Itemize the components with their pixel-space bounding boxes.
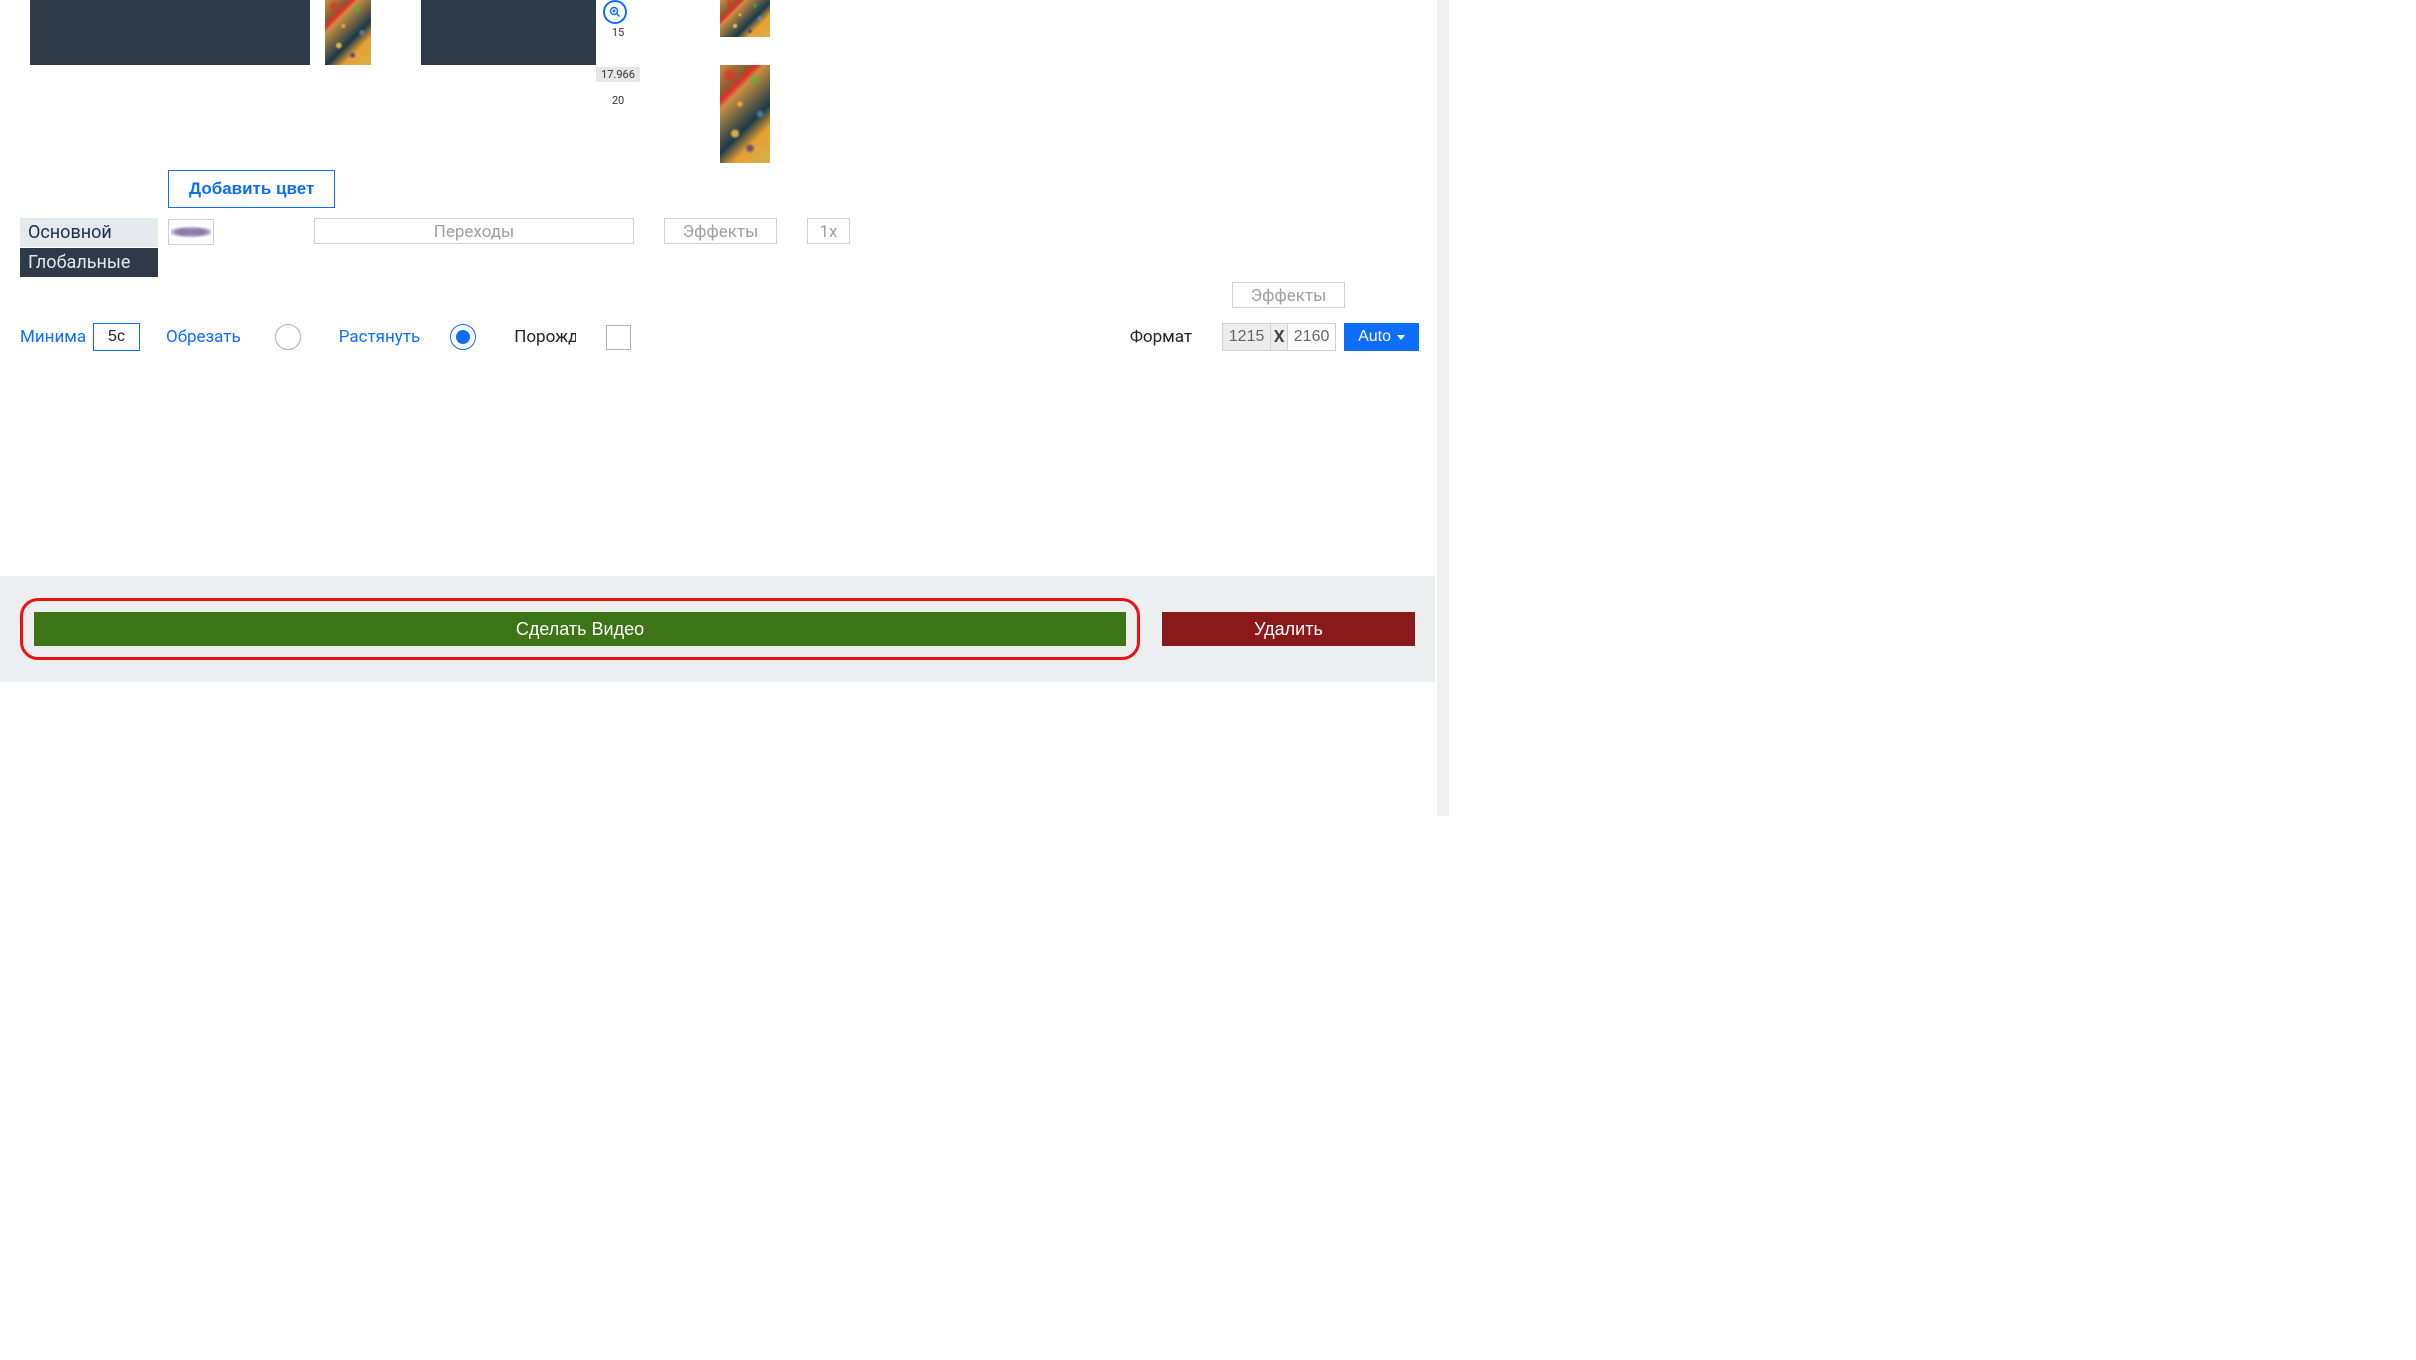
- auto-button-label: Auto: [1358, 328, 1391, 346]
- stretch-label: Растянуть: [339, 327, 421, 347]
- clip-thumbnail-large[interactable]: [720, 0, 770, 37]
- generate-checkbox[interactable]: [606, 325, 631, 350]
- controls-panel: Добавить цвет Основной Глобальные Перехо…: [20, 170, 1419, 351]
- clip-thumbnail-tall[interactable]: [720, 65, 770, 163]
- zoom-in-button[interactable]: [603, 0, 627, 24]
- height-input[interactable]: [1287, 323, 1336, 351]
- auto-button[interactable]: Auto: [1344, 323, 1419, 351]
- format-label: Формат: [1130, 327, 1192, 347]
- tab-global[interactable]: Глобальные: [20, 248, 158, 277]
- minimal-duration-input[interactable]: [93, 323, 140, 351]
- timeline-panel[interactable]: [30, 0, 310, 65]
- time-ruler: 15 17.966 20: [600, 0, 630, 170]
- transition-preset-icon[interactable]: [168, 219, 214, 245]
- generate-label: Порождать: [514, 327, 576, 347]
- add-color-button[interactable]: Добавить цвет: [168, 170, 335, 208]
- make-video-button[interactable]: Сделать Видео: [34, 612, 1126, 646]
- make-video-highlight: Сделать Видео: [20, 598, 1140, 660]
- tab-main[interactable]: Основной: [20, 218, 158, 247]
- crop-label: Обрезать: [166, 327, 241, 347]
- action-bar: Сделать Видео Удалить: [0, 576, 1435, 682]
- minimal-label: Минималь: [20, 327, 85, 347]
- ruler-current-value: 17.966: [596, 67, 640, 82]
- x-separator: X: [1271, 323, 1287, 351]
- ruler-tick: 15: [600, 26, 636, 39]
- delete-button[interactable]: Удалить: [1162, 612, 1415, 646]
- ruler-tick: 20: [600, 94, 636, 107]
- timeline-panel[interactable]: [421, 0, 596, 65]
- crop-radio[interactable]: [275, 324, 301, 350]
- width-input[interactable]: [1222, 323, 1271, 351]
- speed-select[interactable]: 1x: [807, 218, 850, 244]
- clip-thumbnail[interactable]: [325, 0, 371, 65]
- stretch-radio[interactable]: [450, 324, 476, 350]
- effects-select[interactable]: Эффекты: [664, 218, 777, 244]
- transitions-select[interactable]: Переходы: [314, 218, 634, 244]
- mode-tabs: Основной Глобальные: [20, 218, 158, 277]
- global-effects-select[interactable]: Эффекты: [1232, 282, 1345, 308]
